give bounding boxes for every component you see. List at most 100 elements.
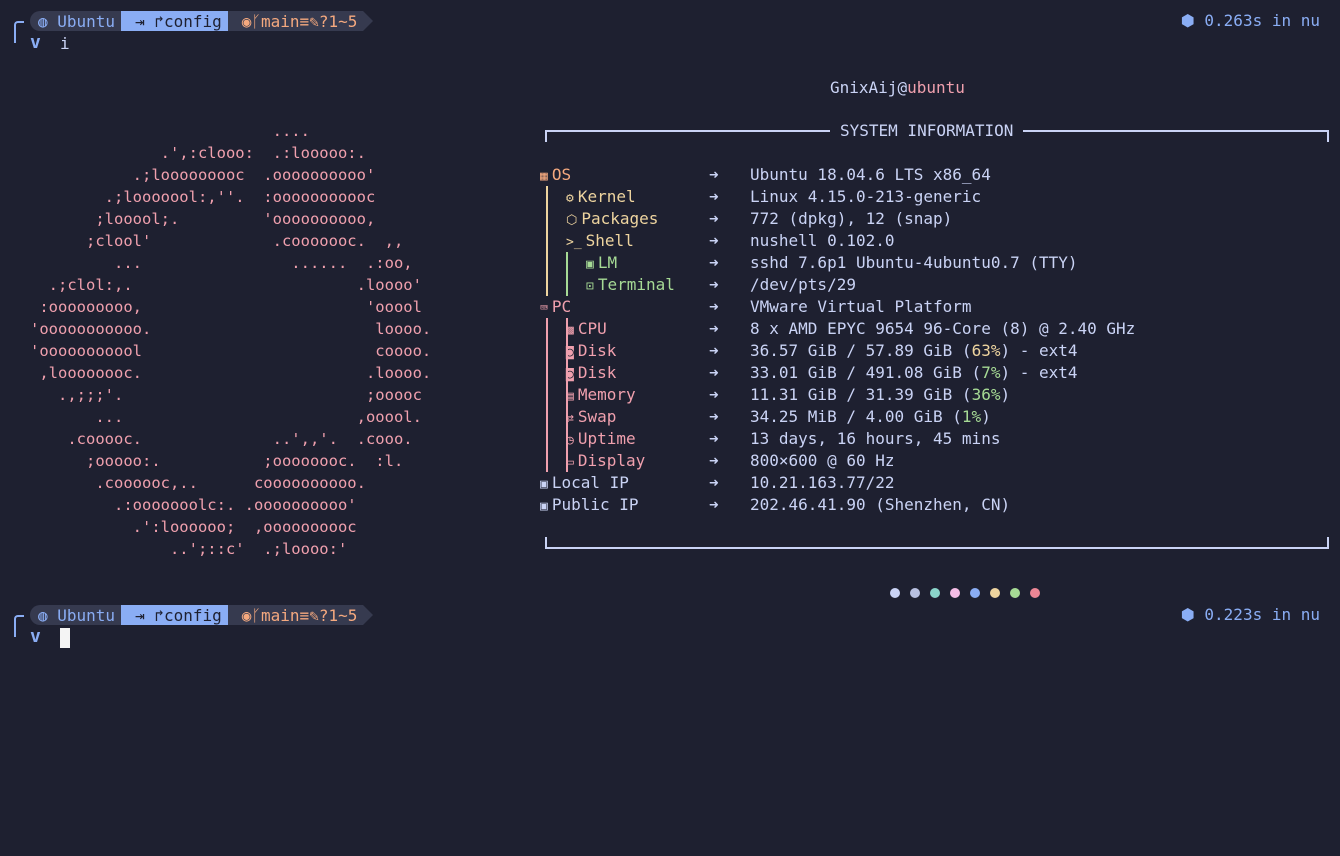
logo-line: ... ,ooool. [30,408,422,426]
usage-percent: 7% [981,363,1001,382]
info-label: ▣ LM [586,252,617,274]
info-value: 36.57 GiB / 57.89 GiB (63%) - ext4 [750,340,1078,362]
prompt-chevron: v [30,626,41,647]
prompt-bracket [14,21,24,43]
logo-line: ;ooooo:. ;oooooooc. :l. [30,452,404,470]
prompt-bracket [14,615,24,637]
palette-dot [1010,588,1020,598]
cube-icon: ⬢ [1180,605,1205,624]
host-name: ubuntu [907,78,965,97]
github-icon: ◉ [241,11,252,31]
usage-percent: 36% [971,385,1001,404]
command-text: i [60,34,70,53]
logo-line: .':loooooo; ,oooooooooc [30,518,357,536]
label-text: Packages [581,209,659,228]
info-label: ◙ Disk [566,362,616,384]
git-segment: ◉ ᚴ main ≡ ✎ ?1 ~5 [227,11,364,31]
info-value: 772 (dpkg), 12 (snap) [750,209,953,228]
tree-line-pc [546,318,548,472]
ip-icon: ▣ [540,499,548,514]
label-text: Public IP [551,495,639,514]
info-value: sshd 7.6p1 Ubuntu-4ubuntu0.7 (TTY) [750,253,1078,272]
logo-line: .;looooooooc .oooooooooo' [30,166,376,184]
dir-name: config [163,605,222,625]
usage-percent: 63% [971,341,1001,360]
info-value: VMware Virtual Platform [750,297,972,316]
label-text: Terminal [597,275,675,294]
arrow-icon: ➜ [709,209,719,228]
arrow-icon: ➜ [709,451,719,470]
label-text: Display [577,451,646,470]
info-label: ▤ Memory [566,384,636,406]
arrow-icon: ➜ [709,341,719,360]
tree-line-lm [566,252,568,296]
arrow-icon: ➜ [709,275,719,294]
logo-line: ;clool' .cooooooc. ,, [30,232,404,250]
ip-icon: ▣ [540,477,548,492]
palette-dot [890,588,900,598]
edit-icon: ✎ [309,11,319,31]
palette-dot [910,588,920,598]
git-status-sync: ≡ [299,605,310,625]
dir-segment: ⇥ ↱ config [121,605,228,625]
arrow-icon: ➜ [709,495,719,514]
palette-dot [990,588,1000,598]
label-text: Disk [577,363,617,382]
terminal-cursor[interactable] [60,628,70,648]
label-text: Disk [577,341,617,360]
info-label: ▣ Public IP [540,494,639,516]
value-text: ) [981,407,991,426]
label-text: PC [551,297,572,316]
laptop-icon: ⌨ [540,301,548,316]
display-icon: ▭ [566,455,574,470]
ubuntu-icon: ◍ [38,605,58,625]
at-sign: @ [897,78,908,97]
cpu-icon: ▩ [566,323,574,338]
timing-text: 0.223s in nu [1204,605,1320,624]
os-segment: ◍ Ubuntu [30,11,122,31]
label-text: Local IP [551,473,629,492]
palette-dot [950,588,960,598]
info-value: 34.25 MiB / 4.00 GiB (1%) [750,406,991,428]
logo-line: ..';::c' .;loooo:' [30,540,348,558]
logo-line: 'ooooooooooo. loooo. [30,320,432,338]
info-value: nushell 0.102.0 [750,231,895,250]
prompt-chevron: v [30,32,41,53]
info-value: /dev/pts/29 [750,275,856,294]
color-palette [890,588,1040,598]
timing-2: ⬢ 0.223s in nu [1181,605,1320,624]
info-label: ⚙ Kernel [566,186,636,208]
section-title: SYSTEM INFORMATION [830,121,1024,140]
disk-icon: ◙ [566,345,574,360]
label-text: Kernel [577,187,636,206]
swap-icon: ⇄ [566,411,574,426]
logo-line: .;looooool:,''. :ooooooooooc [30,188,376,206]
value-text: 11.31 GiB / 31.39 GiB ( [750,385,972,404]
user-name: GnixAij [830,78,898,97]
arrow-icon: ➜ [709,165,719,184]
value-text: 34.25 MiB / 4.00 GiB ( [750,407,962,426]
arrow-icon: ➜ [709,187,719,206]
prompt-bar-1: ◍ Ubuntu ⇥ ↱ config ◉ ᚴ main ≡ ✎ ?1 ~5 [30,10,374,32]
value-text: 36.57 GiB / 57.89 GiB ( [750,341,972,360]
edit-icon: ✎ [309,605,319,625]
info-label: ◷ Uptime [566,428,636,450]
arrow-icon: ➜ [709,473,719,492]
disk-icon: ◙ [566,367,574,382]
value-text: 33.01 GiB / 491.08 GiB ( [750,363,982,382]
info-value: 800×600 @ 60 Hz [750,451,895,470]
value-text: ) - ext4 [1000,363,1078,382]
label-text: Memory [577,385,636,404]
info-label: ◙ Disk [566,340,616,362]
info-label: ⊡ Terminal [586,274,675,296]
prompt-bar-2: ◍ Ubuntu ⇥ ↱ config ◉ ᚴ main ≡ ✎ ?1 ~5 [30,604,374,626]
info-label: ▣ Local IP [540,472,629,494]
label-text: Shell [585,231,634,250]
os-name: Ubuntu [57,11,116,31]
value-text: ) - ext4 [1000,341,1078,360]
value-text: ) [1000,385,1011,404]
logo-line: :ooooooooo, 'ooool [30,298,422,316]
arrow-icon: ➜ [709,231,719,250]
git-status-modified: ~5 [338,605,358,625]
git-status-modified: ~5 [338,11,358,31]
